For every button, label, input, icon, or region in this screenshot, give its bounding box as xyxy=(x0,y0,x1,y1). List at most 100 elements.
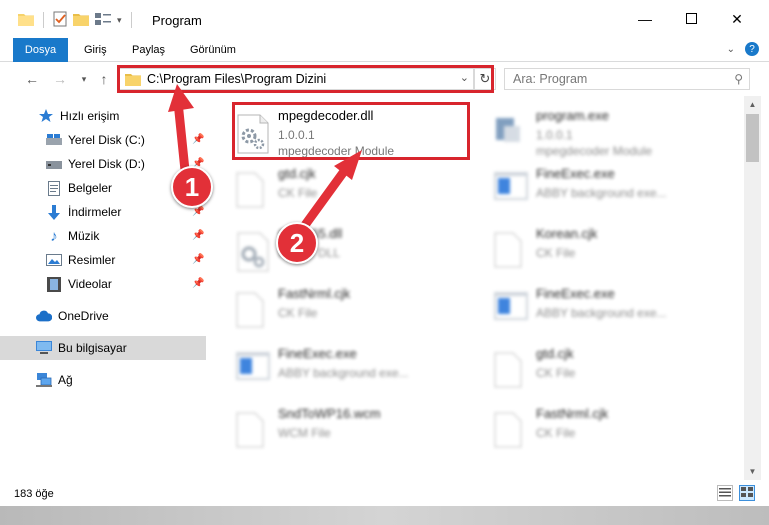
vertical-scrollbar[interactable]: ▲ ▼ xyxy=(744,96,761,480)
minimize-button[interactable]: — xyxy=(622,0,668,38)
sidebar-item-pictures[interactable]: Resimler 📌 xyxy=(0,248,206,272)
sidebar-item-label: Videolar xyxy=(68,277,112,291)
sidebar-item-downloads[interactable]: İndirmeler 📌 xyxy=(0,200,206,224)
tiles-view-icon xyxy=(741,486,753,500)
music-icon: ♪ xyxy=(50,227,58,245)
file-type: CK File xyxy=(278,306,318,320)
blank-file-icon xyxy=(236,172,270,212)
back-button[interactable]: ← xyxy=(22,69,42,89)
star-icon xyxy=(38,108,54,124)
sidebar-item-music[interactable]: ♪ Müzik 📌 xyxy=(0,224,206,248)
new-folder-icon[interactable] xyxy=(73,12,89,29)
close-button[interactable]: ✕ xyxy=(714,0,760,38)
quick-access-toolbar: ▾ xyxy=(18,9,135,31)
properties-icon[interactable] xyxy=(53,11,67,30)
tab-share[interactable]: Paylaş xyxy=(122,38,175,62)
blank-file-icon xyxy=(236,412,270,452)
help-icon[interactable]: ? xyxy=(745,42,759,56)
tab-view[interactable]: Görünüm xyxy=(180,38,246,62)
file-item[interactable]: SndToWP16.wcm WCM File xyxy=(234,402,474,460)
download-icon xyxy=(46,204,62,220)
file-name: FineExec.exe xyxy=(536,286,615,301)
sidebar-item-label: OneDrive xyxy=(58,309,109,323)
file-item[interactable]: FastNrml.cjk CK File xyxy=(234,282,474,340)
status-bar: 183 öğe xyxy=(0,480,769,506)
file-item[interactable]: Client65.dll Device DLL xyxy=(234,222,474,280)
computer-icon xyxy=(36,340,52,356)
pin-icon[interactable]: 📌 xyxy=(192,134,204,145)
file-item[interactable]: Korean.cjk CK File xyxy=(492,222,732,280)
app-window-icon xyxy=(494,292,528,332)
recent-locations-button[interactable]: ▾ xyxy=(74,69,94,89)
chevron-up-icon: ▲ xyxy=(748,100,757,109)
step-badge-1: 1 xyxy=(171,166,213,208)
tiles-view-button[interactable] xyxy=(739,485,755,501)
maximize-button[interactable] xyxy=(668,0,714,38)
file-item[interactable]: FastNrml.cjk CK File xyxy=(492,402,732,460)
exe-icon xyxy=(494,114,528,154)
chevron-down-icon[interactable]: ▾ xyxy=(117,15,122,26)
navigation-pane: Hızlı erişim Yerel Disk (C:) 📌 Yerel Dis… xyxy=(0,96,208,480)
file-item[interactable]: gtd.cjk CK File xyxy=(234,162,474,220)
view-options-icon[interactable] xyxy=(95,12,111,29)
video-icon xyxy=(46,276,62,292)
expand-ribbon-icon[interactable]: ⌄ xyxy=(727,44,735,55)
scroll-up-button[interactable]: ▲ xyxy=(744,96,761,113)
arrow-up-icon: ↑ xyxy=(100,71,108,87)
scrollbar-thumb[interactable] xyxy=(746,114,759,162)
cloud-icon xyxy=(36,308,52,324)
sidebar-item-label: Bu bilgisayar xyxy=(58,341,127,355)
file-item[interactable]: gtd.cjk CK File xyxy=(492,342,732,400)
minimize-icon: — xyxy=(638,11,652,27)
up-button[interactable]: ↑ xyxy=(94,69,114,89)
search-input[interactable]: Ara: Program xyxy=(513,72,587,86)
maximize-icon xyxy=(685,11,697,27)
file-item[interactable]: program.exe 1.0.0.1 mpegdecoder Module xyxy=(492,104,732,162)
file-version: 1.0.0.1 xyxy=(536,128,573,142)
sidebar-item-label: Yerel Disk (D:) xyxy=(68,157,145,171)
sidebar-item-local-disk-c[interactable]: Yerel Disk (C:) 📌 xyxy=(0,128,206,152)
blank-file-icon xyxy=(494,412,528,452)
sidebar-item-videos[interactable]: Videolar 📌 xyxy=(0,272,206,296)
forward-button[interactable]: → xyxy=(50,69,70,89)
file-name: FastNrml.cjk xyxy=(278,286,351,301)
file-name: Korean.cjk xyxy=(536,226,598,241)
file-highlight-box xyxy=(232,102,470,160)
sidebar-item-label: Belgeler xyxy=(68,181,113,195)
blank-file-icon xyxy=(236,292,270,332)
dll-gear-icon xyxy=(236,232,270,272)
file-name: FastNrml.cjk xyxy=(536,406,609,421)
arrow-left-icon: ← xyxy=(25,71,39,87)
blank-file-icon xyxy=(494,352,528,392)
tab-home[interactable]: Giriş xyxy=(74,38,117,62)
sidebar-item-quick-access[interactable]: Hızlı erişim xyxy=(0,104,206,128)
arrow-right-icon: → xyxy=(53,71,67,87)
sidebar-item-onedrive[interactable]: OneDrive xyxy=(0,304,206,328)
sidebar-item-label: Hızlı erişim xyxy=(60,109,120,123)
file-item[interactable]: FineExec.exe ABBY background exe... xyxy=(492,162,732,220)
pin-icon[interactable]: 📌 xyxy=(192,254,204,265)
sidebar-item-this-pc[interactable]: Bu bilgisayar xyxy=(0,336,206,360)
folder-icon xyxy=(18,12,34,29)
view-switcher xyxy=(717,485,755,501)
file-item[interactable]: FineExec.exe ABBY background exe... xyxy=(492,282,732,340)
chevron-down-icon: ▼ xyxy=(748,467,757,476)
title-bar: ▾ Program — ✕ xyxy=(0,0,769,38)
file-type: ABBY background exe... xyxy=(536,186,667,200)
pin-icon[interactable]: 📌 xyxy=(192,230,204,241)
ribbon-tabs: Dosya Giriş Paylaş Görünüm ⌄ ? xyxy=(0,38,769,96)
sidebar-item-network[interactable]: Ağ xyxy=(0,368,206,392)
search-box[interactable]: Ara: Program ⚲ xyxy=(504,68,750,90)
file-name: FineExec.exe xyxy=(278,346,357,361)
scroll-down-button[interactable]: ▼ xyxy=(744,463,761,480)
picture-icon xyxy=(46,252,62,268)
explorer-window: ▾ Program — ✕ Dosya Giriş Paylaş Görünüm… xyxy=(0,0,769,506)
drive-icon xyxy=(46,156,62,172)
file-type: ABBY background exe... xyxy=(536,306,667,320)
details-view-button[interactable] xyxy=(717,485,733,501)
file-item[interactable]: FineExec.exe ABBY background exe... xyxy=(234,342,474,400)
file-type: CK File xyxy=(536,426,576,440)
pin-icon[interactable]: 📌 xyxy=(192,278,204,289)
file-type: CK File xyxy=(536,246,576,260)
step-badge-2: 2 xyxy=(276,222,318,264)
